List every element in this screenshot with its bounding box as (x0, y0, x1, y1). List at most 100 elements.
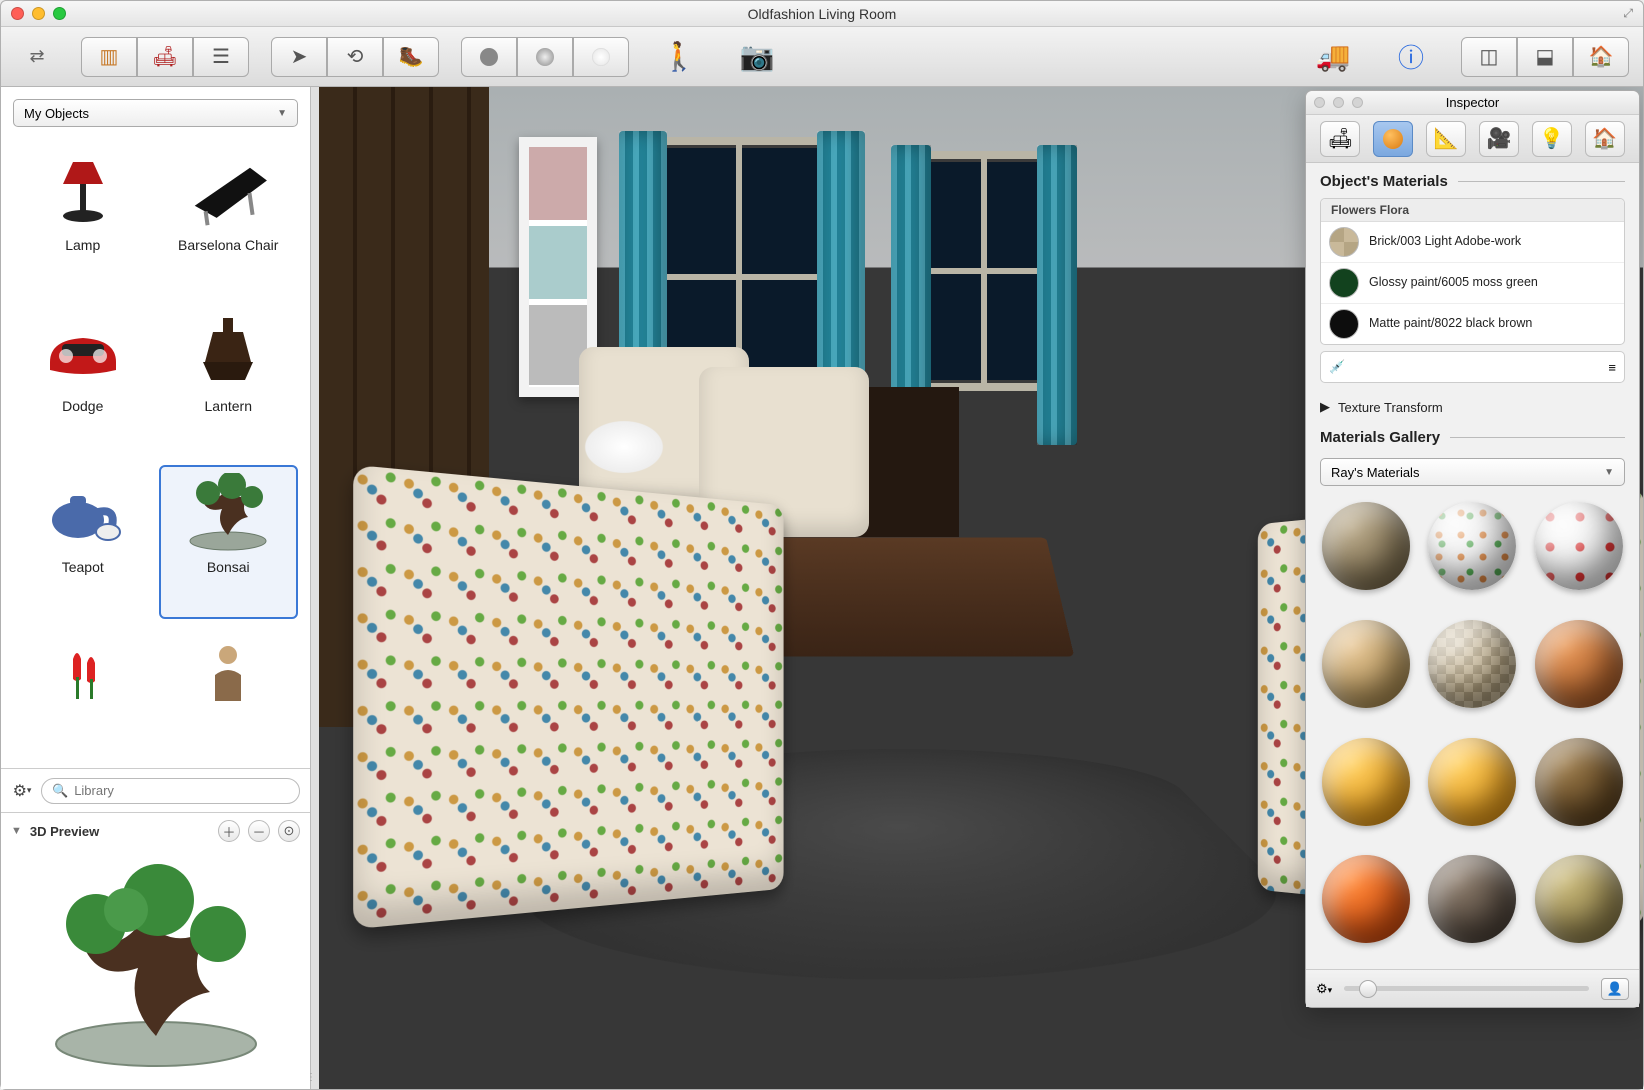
user-icon[interactable]: 👤 (1601, 978, 1629, 1000)
inspector-zoom-icon[interactable] (1352, 97, 1363, 108)
render-high-button[interactable] (573, 37, 629, 77)
splitter-handle[interactable]: ⋮⋮ (311, 87, 319, 1089)
inspector-tab-dimensions[interactable]: 📐 (1426, 121, 1466, 157)
material-row[interactable]: Brick/003 Light Adobe-work (1321, 222, 1624, 263)
gallery-material[interactable] (1535, 738, 1623, 826)
close-icon[interactable] (11, 7, 24, 20)
material-name: Matte paint/8022 black brown (1369, 316, 1532, 332)
zoom-out-icon[interactable]: － (248, 820, 270, 842)
view-mode-group: ◫ ⬓ 🏠 (1461, 37, 1629, 77)
inspector-tab-object[interactable]: 🛋 (1320, 121, 1360, 157)
render-low-button[interactable] (461, 37, 517, 77)
walkthrough-button[interactable]: 🚶 (651, 37, 707, 77)
chevron-down-icon: ▼ (277, 108, 287, 119)
car-icon (33, 312, 133, 392)
gallery-material[interactable] (1428, 502, 1516, 590)
gallery-material[interactable] (1535, 855, 1623, 943)
object-materials-section: Object's Materials Flowers Flora Brick/0… (1306, 163, 1639, 389)
inspector-minimize-icon[interactable] (1333, 97, 1344, 108)
object-item-bonsai[interactable]: Bonsai (159, 465, 299, 620)
fullscreen-icon[interactable]: ⤢ (1623, 6, 1633, 21)
object-label: Bonsai (207, 559, 250, 575)
library-search[interactable]: 🔍 (41, 778, 300, 804)
materials-gallery-section: Materials Gallery (1306, 425, 1639, 452)
info-button[interactable]: ⓘ (1383, 37, 1439, 77)
pointer-tool-button[interactable]: ➤ (271, 37, 327, 77)
inspector-tab-building[interactable]: 🏠 (1585, 121, 1625, 157)
gallery-material[interactable] (1428, 620, 1516, 708)
object-label: Dodge (62, 398, 103, 414)
gallery-material[interactable] (1535, 620, 1623, 708)
eyedropper-row[interactable]: 💉 ≡ (1320, 351, 1625, 383)
texture-transform-expander[interactable]: ▶ Texture Transform (1306, 389, 1639, 425)
gallery-material[interactable] (1535, 502, 1623, 590)
select-tools-group: ➤ ⟲ 🥾 (271, 37, 439, 77)
view-3d-button[interactable]: 🏠 (1573, 37, 1629, 77)
object-label: Lamp (65, 237, 100, 253)
list-library-button[interactable]: ☰ (193, 37, 249, 77)
inspector-tab-camera[interactable]: 🎥 (1479, 121, 1519, 157)
library-mode-group: ▥ 🛋 ☰ (81, 37, 249, 77)
library-search-input[interactable] (74, 783, 289, 798)
collapse-icon[interactable]: ▼ (11, 825, 22, 837)
view-2d-button[interactable]: ◫ (1461, 37, 1517, 77)
zoom-icon[interactable] (53, 7, 66, 20)
inspector-tabs: 🛋 📐 🎥 💡 🏠 (1306, 115, 1639, 163)
render-quality-group (461, 37, 629, 77)
furniture-library-button[interactable]: 🛋 (137, 37, 193, 77)
library-category-label: My Objects (24, 106, 89, 121)
minimize-icon[interactable] (32, 7, 45, 20)
chevron-down-icon: ▼ (1604, 467, 1614, 478)
gallery-material[interactable] (1322, 738, 1410, 826)
gear-icon[interactable]: ⚙▾ (11, 780, 33, 802)
gallery-material[interactable] (1322, 855, 1410, 943)
gallery-material[interactable] (1428, 855, 1516, 943)
materials-gallery-grid (1306, 492, 1639, 969)
inspector-window-controls (1314, 97, 1363, 108)
preview-viewport[interactable] (1, 849, 310, 1089)
window-title: Oldfashion Living Room (748, 6, 897, 22)
bonsai-icon (178, 473, 278, 553)
render-med-button[interactable] (517, 37, 573, 77)
gallery-dropdown-label: Ray's Materials (1331, 465, 1419, 480)
zoom-fit-icon[interactable]: ⊙ (278, 820, 300, 842)
object-item-teapot[interactable]: Teapot (13, 465, 153, 620)
object-item-lantern[interactable]: Lantern (159, 304, 299, 459)
object-item-lamp[interactable]: Lamp (13, 143, 153, 298)
view-split-button[interactable]: ⬓ (1517, 37, 1573, 77)
gallery-material[interactable] (1428, 738, 1516, 826)
inspector-tab-materials[interactable] (1373, 121, 1413, 157)
object-item-dodge[interactable]: Dodge (13, 304, 153, 459)
library-category-dropdown[interactable]: My Objects ▼ (13, 99, 298, 127)
search-icon: 🔍 (52, 783, 68, 799)
snapshot-button[interactable]: 📷 (729, 37, 785, 77)
material-row[interactable]: Glossy paint/6005 moss green (1321, 263, 1624, 304)
material-name: Brick/003 Light Adobe-work (1369, 234, 1521, 250)
object-label: Barselona Chair (178, 237, 278, 253)
materials-gallery-heading: Materials Gallery (1320, 429, 1625, 446)
preview-title: 3D Preview (30, 824, 210, 839)
measure-tool-button[interactable]: 🥾 (383, 37, 439, 77)
material-swatch-icon (1329, 227, 1359, 257)
inspector-title-bar: Inspector (1306, 91, 1639, 115)
object-item-tulips[interactable] (13, 625, 153, 764)
object-item-chair[interactable]: Barselona Chair (159, 143, 299, 298)
main-toolbar: ⇄ ▥ 🛋 ☰ ➤ ⟲ 🥾 🚶 📷 🚚 ⓘ ◫ ⬓ 🏠 (1, 27, 1643, 87)
object-label: Teapot (62, 559, 104, 575)
building-library-button[interactable]: ▥ (81, 37, 137, 77)
materials-gallery-dropdown[interactable]: Ray's Materials ▼ (1320, 458, 1625, 486)
inspector-tab-light[interactable]: 💡 (1532, 121, 1572, 157)
import-model-button[interactable]: 🚚 (1305, 37, 1361, 77)
material-row[interactable]: Matte paint/8022 black brown (1321, 304, 1624, 344)
material-swatch-icon (1329, 268, 1359, 298)
preview-size-slider[interactable] (1344, 986, 1589, 991)
inspector-close-icon[interactable] (1314, 97, 1325, 108)
gallery-material[interactable] (1322, 620, 1410, 708)
gallery-material[interactable] (1322, 502, 1410, 590)
object-item-person[interactable] (159, 625, 299, 764)
orbit-tool-button[interactable]: ⟲ (327, 37, 383, 77)
gear-icon[interactable]: ⚙▾ (1316, 981, 1332, 997)
zoom-in-icon[interactable]: ＋ (218, 820, 240, 842)
inspector-panel: Inspector 🛋 📐 🎥 💡 🏠 Object's Materials F… (1305, 90, 1640, 1008)
nav-toggle-icon[interactable]: ⇄ (15, 41, 59, 73)
